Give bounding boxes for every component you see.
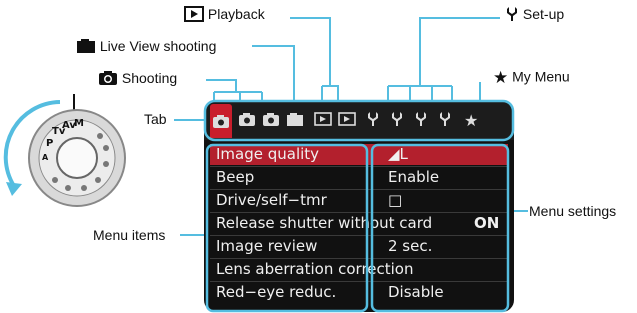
menu-items-highlight bbox=[205, 143, 369, 313]
menu-settings-highlight bbox=[370, 143, 510, 313]
tab-bar-highlight bbox=[203, 99, 515, 142]
highlight-boxes bbox=[203, 99, 515, 313]
